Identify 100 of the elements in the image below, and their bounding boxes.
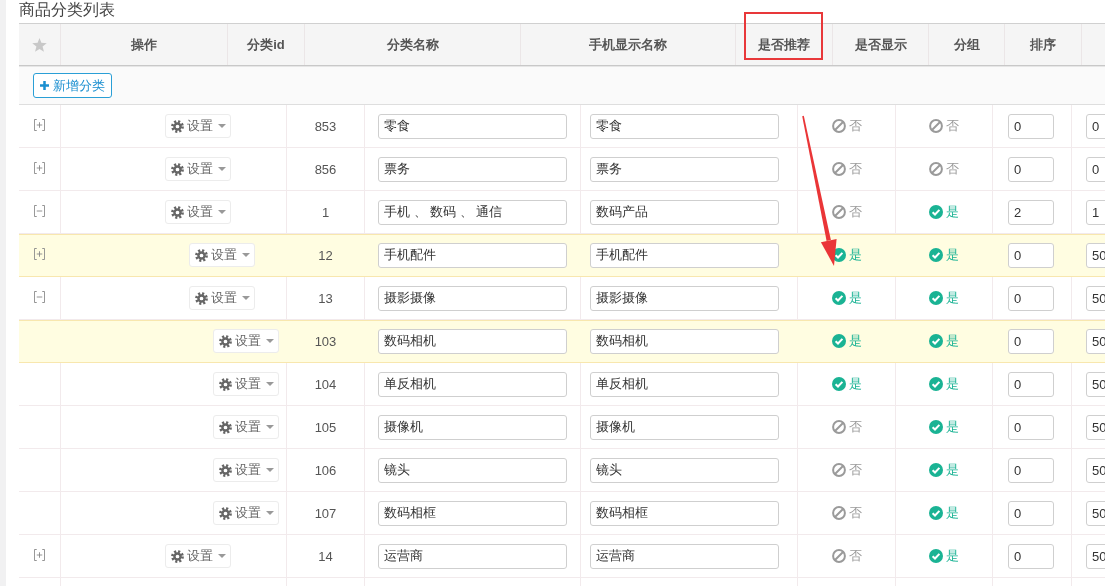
gear-icon (170, 119, 184, 133)
collapse-toggle-icon[interactable] (34, 204, 45, 217)
name-input[interactable]: 数码相机 (378, 328, 567, 354)
group-input[interactable]: 0 (1008, 285, 1054, 311)
settings-dropdown-button[interactable]: 设置 (213, 372, 279, 396)
name-input[interactable]: 单反相机 (378, 371, 567, 397)
table-row[interactable]: 设置 107 数码相框 数码相框 否 是 0 50 (19, 492, 1105, 535)
category-id: 13 (318, 290, 333, 306)
mobile-name-input[interactable]: 摄像机 (590, 414, 779, 440)
table-row[interactable]: 设置 14 运营商 运营商 否 是 0 50 (19, 535, 1105, 578)
mobile-name-input[interactable]: 镜头 (590, 457, 779, 483)
settings-dropdown-button[interactable]: 设置 (165, 157, 231, 181)
table-row[interactable]: 设置 105 摄像机 摄像机 否 是 0 50 (19, 406, 1105, 449)
sort-input[interactable]: 0 (1086, 156, 1105, 182)
table-row[interactable]: 设置 104 单反相机 单反相机 是 是 0 50 (19, 363, 1105, 406)
expand-toggle-icon[interactable] (34, 247, 45, 260)
sort-input[interactable]: 50 (1086, 285, 1105, 311)
collapse-toggle-icon[interactable] (34, 290, 45, 303)
group-input[interactable]: 0 (1008, 113, 1054, 139)
mobile-name-input[interactable]: 零食 (590, 113, 779, 139)
group-input[interactable]: 0 (1008, 543, 1054, 569)
settings-dropdown-button[interactable]: 设置 (213, 501, 279, 525)
sort-input[interactable]: 50 (1086, 414, 1105, 440)
table-row[interactable]: 设置 13 摄影摄像 摄影摄像 是 是 0 50 (19, 277, 1105, 320)
gear-icon (194, 291, 208, 305)
status-label: 是 (848, 332, 862, 350)
settings-dropdown-button[interactable]: 设置 (213, 458, 279, 482)
group-input[interactable]: 0 (1008, 457, 1054, 483)
sort-input[interactable]: 0 (1086, 113, 1105, 139)
category-id: 1 (321, 204, 330, 220)
caret-icon (217, 167, 226, 171)
mobile-name-input[interactable]: 票务 (590, 156, 779, 182)
mobile-name-input[interactable]: 摄影摄像 (590, 285, 779, 311)
name-input[interactable]: 运营商 (378, 543, 567, 569)
sort-input[interactable]: 50 (1086, 328, 1105, 354)
mobile-name-input[interactable]: 手机配件 (590, 242, 779, 268)
name-input[interactable]: 数码相框 (378, 500, 567, 526)
status-label: 是 (946, 375, 959, 393)
expand-toggle-icon[interactable] (34, 548, 45, 561)
status-label: 是 (848, 289, 862, 307)
column-header: 是否显示 (854, 35, 907, 54)
sort-input[interactable]: 50 (1086, 500, 1105, 526)
caret-icon (241, 253, 250, 257)
table-row[interactable]: 设置 106 镜头 镜头 否 是 0 50 (19, 449, 1105, 492)
name-input[interactable]: 零食 (378, 113, 567, 139)
caret-icon (217, 554, 226, 558)
group-input[interactable]: 0 (1008, 414, 1054, 440)
table-row[interactable]: 设置 12 手机配件 手机配件 是 是 0 50 (19, 234, 1105, 277)
mobile-name-input[interactable]: 单反相机 (590, 371, 779, 397)
name-input[interactable]: 镜头 (378, 457, 567, 483)
mobile-name-input[interactable]: 数码产品 (590, 199, 779, 225)
caret-icon (265, 339, 274, 343)
group-input[interactable]: 0 (1008, 371, 1054, 397)
settings-dropdown-button[interactable]: 设置 (189, 286, 255, 310)
add-category-button[interactable]: 新增分类 (33, 73, 112, 98)
settings-dropdown-button[interactable]: 设置 (165, 114, 231, 138)
mobile-name-input[interactable]: 数码相框 (590, 500, 779, 526)
category-id: 856 (314, 161, 337, 177)
name-input[interactable]: 摄影摄像 (378, 285, 567, 311)
sort-input[interactable]: 50 (1086, 457, 1105, 483)
status-label: 是 (848, 246, 862, 264)
group-input[interactable]: 0 (1008, 156, 1054, 182)
mobile-name-input[interactable]: 运营商 (590, 543, 779, 569)
table-row[interactable]: 设置 103 数码相机 数码相机 是 是 0 50 (19, 320, 1105, 363)
category-id: 104 (314, 376, 337, 392)
group-input[interactable]: 0 (1008, 242, 1054, 268)
page-title: 商品分类列表 (19, 0, 116, 20)
status-label: 是 (946, 504, 959, 522)
settings-dropdown-button[interactable]: 设置 (189, 243, 255, 267)
settings-dropdown-button[interactable]: 设置 (165, 544, 231, 568)
gear-icon (218, 506, 232, 520)
settings-dropdown-button[interactable]: 设置 (165, 200, 231, 224)
sort-input[interactable]: 50 (1086, 543, 1105, 569)
gear-icon (170, 162, 184, 176)
mobile-name-input[interactable]: 数码相机 (590, 328, 779, 354)
sort-input[interactable]: 50 (1086, 371, 1105, 397)
name-input[interactable]: 票务 (378, 156, 567, 182)
name-input[interactable]: 手机 、 数码 、 通信 (378, 199, 567, 225)
table-row[interactable]: 设置 1 手机 、 数码 、 通信 数码产品 否 是 2 1 (19, 191, 1105, 234)
expand-toggle-icon[interactable] (34, 161, 45, 174)
caret-icon (217, 124, 226, 128)
category-id: 105 (314, 419, 337, 435)
gear-icon (194, 248, 208, 262)
group-input[interactable]: 2 (1008, 199, 1054, 225)
settings-dropdown-button[interactable]: 设置 (213, 415, 279, 439)
table-row[interactable]: 设置 853 零食 零食 否 否 0 0 (19, 105, 1105, 148)
settings-dropdown-button[interactable]: 设置 (213, 329, 279, 353)
column-header: 分组 (953, 35, 980, 54)
name-input[interactable]: 摄像机 (378, 414, 567, 440)
gear-icon (218, 420, 232, 434)
star-icon[interactable] (32, 37, 47, 52)
status-label: 否 (848, 547, 862, 565)
expand-toggle-icon[interactable] (34, 118, 45, 131)
sort-input[interactable]: 1 (1086, 199, 1105, 225)
group-input[interactable]: 0 (1008, 500, 1054, 526)
table-row[interactable]: 设置 856 票务 票务 否 否 0 0 (19, 148, 1105, 191)
status-label: 否 (946, 117, 959, 135)
name-input[interactable]: 手机配件 (378, 242, 567, 268)
sort-input[interactable]: 50 (1086, 242, 1105, 268)
group-input[interactable]: 0 (1008, 328, 1054, 354)
